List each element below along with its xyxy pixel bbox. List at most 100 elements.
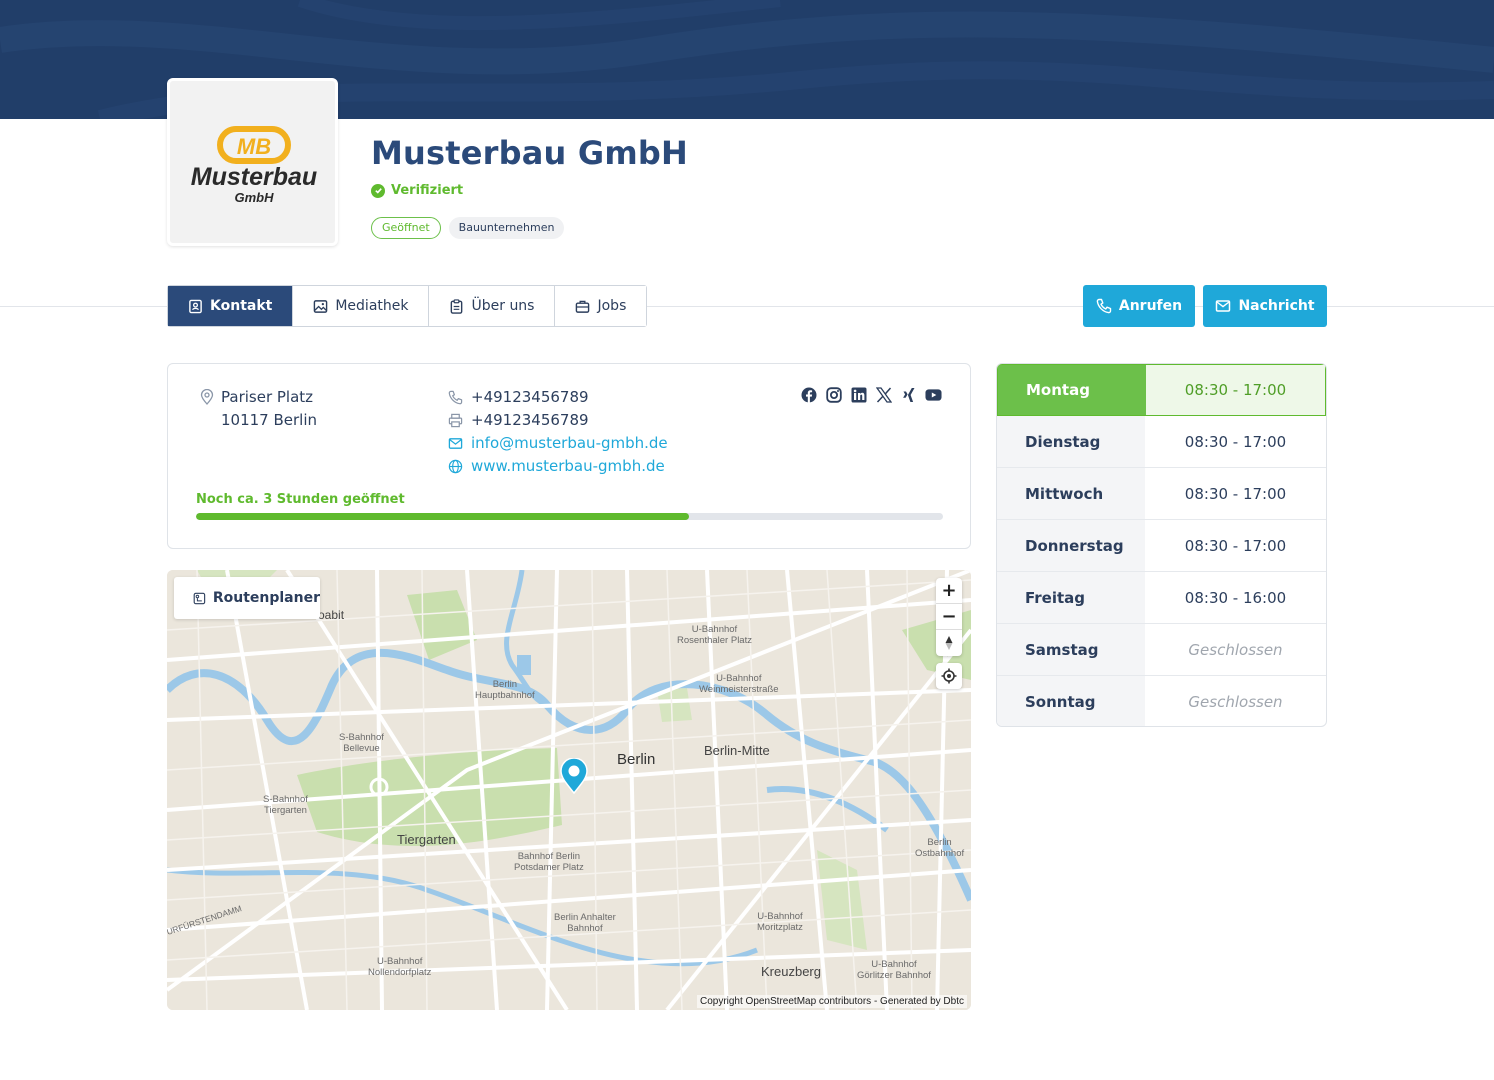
tab-jobs[interactable]: Jobs [555, 286, 647, 326]
mail-icon [1216, 300, 1231, 312]
email-row[interactable]: info@musterbau-gmbh.de [448, 432, 668, 455]
verified-badge: Verifiziert [371, 183, 463, 198]
status-badge: Geöffnet [371, 217, 441, 239]
map-label-bellevue: S-Bahnhof Bellevue [339, 732, 384, 754]
map-label-ostbahnhof: Berlin Ostbahnhof [915, 837, 965, 859]
briefcase-icon [576, 300, 590, 313]
globe-icon [448, 459, 463, 474]
hours-row: Donnerstag 08:30 - 17:00 [997, 520, 1326, 572]
contact-card-icon [189, 299, 202, 313]
map-label-kreuzberg: Kreuzberg [761, 964, 821, 979]
map-label-anhalter-bahnhof: Berlin Anhalter Bahnhof [554, 912, 616, 934]
fax-number: +49123456789 [471, 411, 589, 429]
map-label-goerlitzer-bahnhof: U-Bahnhof Görlitzer Bahnhof [857, 959, 931, 981]
hours-row: Dienstag 08:30 - 17:00 [997, 416, 1326, 468]
hours-day: Donnerstag [997, 520, 1145, 571]
route-planner-label: Routenplaner [212, 590, 320, 606]
map-label-s-tiergarten: S-Bahnhof Tiergarten [263, 794, 308, 816]
zoom-out-button[interactable]: − [936, 604, 962, 630]
crosshair-icon [941, 668, 957, 684]
map-attribution[interactable]: Copyright OpenStreetMap contributors - G… [696, 995, 967, 1008]
page-title: Musterbau GmbH [371, 134, 688, 172]
map-label-hauptbahnhof: Berlin Hauptbahnhof [475, 679, 535, 701]
fax-row: +49123456789 [448, 409, 668, 432]
printer-icon [448, 413, 463, 428]
map-label-tiergarten: Tiergarten [397, 832, 456, 847]
hours-time: 08:30 - 16:00 [1184, 588, 1287, 607]
map-label-potsdamer-platz: Bahnhof Berlin Potsdamer Platz [514, 851, 584, 873]
opening-hours-table: Montag 08:30 - 17:00 Dienstag 08:30 - 17:00… [996, 363, 1327, 727]
youtube-icon[interactable] [925, 386, 942, 403]
company-logo: MB Musterbau GmbH [167, 78, 338, 246]
location-pin-icon[interactable] [559, 758, 589, 794]
hours-row: Mittwoch 08:30 - 17:00 [997, 468, 1326, 520]
linkedin-icon[interactable] [850, 386, 867, 403]
svg-text:GmbH: GmbH [235, 190, 275, 205]
hours-time: 08:30 - 17:00 [1184, 536, 1287, 555]
instagram-icon[interactable] [825, 386, 842, 403]
xing-icon[interactable] [900, 386, 917, 403]
clipboard-icon [451, 298, 463, 314]
call-button-label: Anrufen [1118, 298, 1183, 314]
hours-time: Geschlossen [1188, 693, 1283, 711]
tab-label: Über uns [471, 298, 535, 314]
call-button[interactable]: Anrufen [1083, 285, 1195, 327]
phone-icon [1096, 298, 1112, 314]
hours-time: 08:30 - 17:00 [1146, 365, 1325, 415]
hours-day: Mittwoch [997, 468, 1145, 519]
hours-time: 08:30 - 17:00 [1184, 484, 1287, 503]
map[interactable]: ...oabit U-Bahnhof Rosenthaler Platz U-Ba… [167, 570, 971, 1010]
tab-label: Kontakt [210, 298, 273, 314]
message-button[interactable]: Nachricht [1203, 285, 1327, 327]
facebook-icon[interactable] [800, 386, 817, 403]
address: Pariser Platz 10117 Berlin [200, 386, 317, 432]
tab-bar: Kontakt Mediathek Über uns Jobs [167, 285, 648, 327]
geolocate-button[interactable] [936, 663, 962, 689]
hours-row: Freitag 08:30 - 16:00 [997, 572, 1326, 624]
contact-list: +49123456789 +49123456789 info@musterbau… [448, 386, 668, 478]
map-label-moritzplatz: U-Bahnhof Moritzplatz [757, 911, 803, 933]
map-label-rosenthaler: U-Bahnhof Rosenthaler Platz [677, 624, 752, 646]
social-links [800, 386, 942, 403]
tab-label: Mediathek [335, 298, 409, 314]
phone-number: +49123456789 [471, 388, 589, 406]
hours-time: 08:30 - 17:00 [1184, 432, 1287, 451]
tag-list: Geöffnet Bauunternehmen [371, 217, 565, 239]
mail-icon [448, 438, 463, 449]
hours-day: Dienstag [997, 416, 1145, 467]
verified-label: Verifiziert [391, 183, 464, 198]
tab-label: Jobs [597, 298, 627, 314]
hours-time: Geschlossen [1188, 640, 1283, 659]
map-label-nollendorfplatz: U-Bahnhof Nollendorfplatz [368, 956, 432, 978]
map-pin-icon [200, 389, 214, 405]
compass-button[interactable] [936, 630, 962, 656]
email-link[interactable]: info@musterbau-gmbh.de [471, 432, 668, 455]
opening-progress-bar [196, 513, 943, 520]
message-button-label: Nachricht [1238, 298, 1315, 314]
hours-row: Sonntag Geschlossen [997, 676, 1326, 726]
contact-card: Pariser Platz 10117 Berlin +49123456789 … [167, 363, 971, 549]
map-label-weinmeister: U-Bahnhof Weinmeisterstraße [699, 673, 779, 695]
website-link[interactable]: www.musterbau-gmbh.de [471, 455, 665, 478]
compass-icon [945, 636, 953, 650]
route-icon [193, 592, 206, 604]
tab-kontakt[interactable]: Kontakt [168, 286, 294, 326]
hours-day: Sonntag [997, 676, 1145, 726]
address-street: Pariser Platz [221, 388, 314, 406]
zoom-controls: + − [936, 578, 962, 656]
opening-note: Noch ca. 3 Stunden geöffnet [196, 492, 405, 507]
website-row[interactable]: www.musterbau-gmbh.de [448, 455, 668, 478]
map-label-berlin-mitte: Berlin-Mitte [704, 743, 770, 758]
hours-row: Montag 08:30 - 17:00 [997, 364, 1326, 416]
route-planner-button[interactable]: Routenplaner [174, 577, 320, 619]
tab-mediathek[interactable]: Mediathek [293, 286, 430, 326]
x-icon[interactable] [875, 386, 892, 403]
tab-ueber-uns[interactable]: Über uns [429, 286, 556, 326]
map-label-berlin: Berlin [617, 751, 656, 768]
hours-day: Freitag [997, 572, 1145, 623]
zoom-in-button[interactable]: + [936, 578, 962, 604]
address-city: 10117 Berlin [221, 411, 318, 429]
phone-icon [448, 390, 463, 405]
phone-row[interactable]: +49123456789 [448, 386, 668, 409]
category-badge: Bauunternehmen [448, 217, 565, 239]
